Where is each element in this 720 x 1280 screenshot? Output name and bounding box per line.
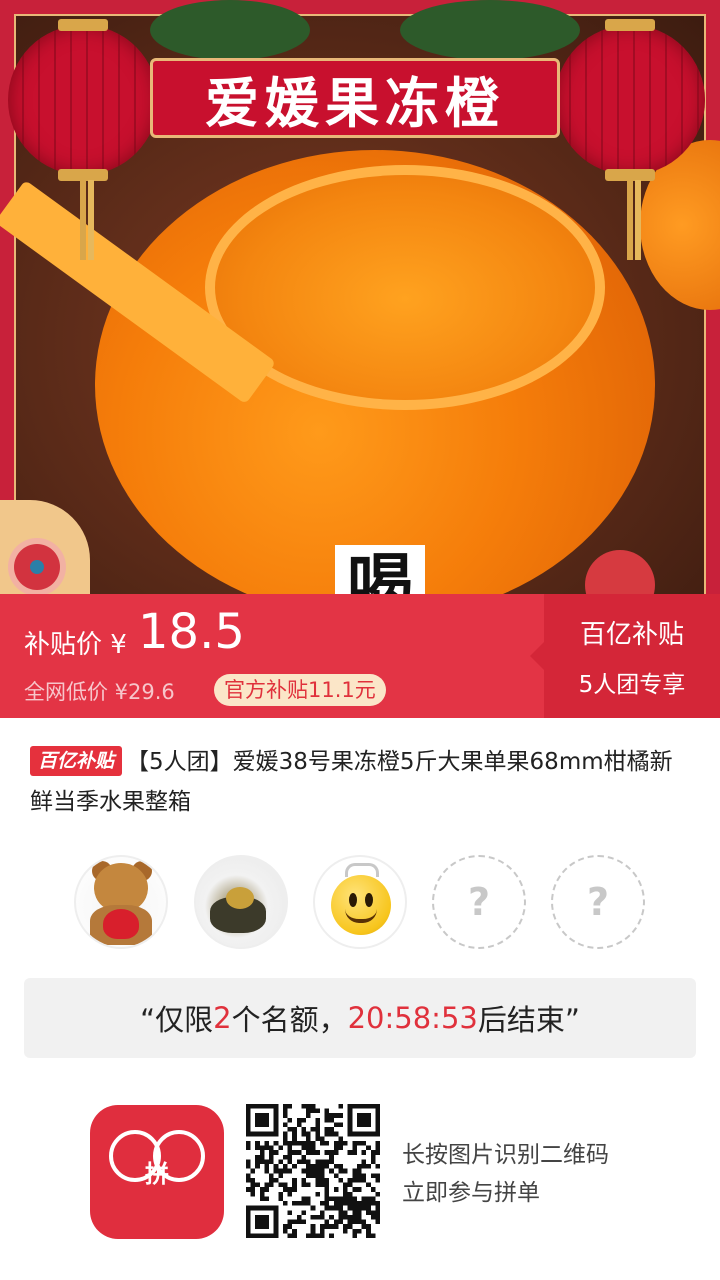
countdown-prefix: “仅限 xyxy=(140,1003,214,1037)
subsidy-price-label: 补贴价 ¥ xyxy=(24,630,127,660)
red-lantern-right xyxy=(555,19,705,260)
flower-ornament xyxy=(14,544,60,590)
red-lantern-left xyxy=(8,19,158,260)
market-low-price: 全网低价 ¥29.6 xyxy=(24,680,175,704)
slots-remaining: 2 xyxy=(213,1001,232,1035)
price-bar: 补贴价 ¥ 18.5 全网低价 ¥29.6 官方补贴11.1元 百亿补贴 5人团… xyxy=(0,594,720,718)
countdown-timer: 20:58:53 xyxy=(347,1001,478,1035)
qr-hint-line1: 长按图片识别二维码 xyxy=(402,1142,609,1168)
hero-overlay-char: 喝 xyxy=(335,545,425,594)
qr-code[interactable] xyxy=(246,1104,380,1238)
group-members: ? ? xyxy=(74,855,674,951)
product-hero-image: 爱媛果冻橙 喝 xyxy=(0,0,720,594)
leaf-decoration xyxy=(400,0,580,60)
question-mark-icon: ? xyxy=(467,880,491,924)
countdown-suffix: 后结束” xyxy=(477,1003,580,1037)
billion-subsidy-title: 百亿补贴 xyxy=(579,619,684,650)
qr-hint-line2: 立即参与拼单 xyxy=(402,1180,540,1206)
empty-slot-avatar[interactable]: ? xyxy=(551,855,645,949)
logo-text: 拼 xyxy=(145,1160,169,1188)
official-subsidy-badge: 官方补贴11.1元 xyxy=(214,674,386,706)
product-title-text: 【5人团】爱媛38号果冻橙5斤大果单果68mm柑橘新鲜当季水果整箱 xyxy=(30,749,673,815)
member-avatar-photo xyxy=(194,855,288,949)
group-size-label: 5人团专享 xyxy=(578,671,686,698)
hero-title-banner: 爱媛果冻橙 xyxy=(150,58,560,138)
subsidy-price-value: 18.5 xyxy=(138,604,245,660)
pinduoduo-logo: 拼 xyxy=(90,1105,224,1239)
billion-subsidy-tag: 百亿补贴 xyxy=(30,746,123,776)
countdown-banner: “仅限 2 个名额， 20:58:53 后结束” xyxy=(24,978,696,1058)
question-mark-icon: ? xyxy=(586,880,610,924)
countdown-mid: 个名额， xyxy=(231,1003,348,1037)
product-title: 百亿补贴 【5人团】爱媛38号果冻橙5斤大果单果68mm柑橘新鲜当季水果整箱 xyxy=(30,742,690,822)
hero-title: 爱媛果冻橙 xyxy=(205,71,505,135)
member-avatar-smiley xyxy=(313,855,407,949)
member-avatar-bear xyxy=(74,855,168,949)
qr-hint: 长按图片识别二维码 立即参与拼单 xyxy=(402,1136,609,1212)
empty-slot-avatar[interactable]: ? xyxy=(432,855,526,949)
leaf-decoration xyxy=(150,0,310,60)
billion-subsidy-panel: 百亿补贴 5人团专享 xyxy=(530,594,720,718)
